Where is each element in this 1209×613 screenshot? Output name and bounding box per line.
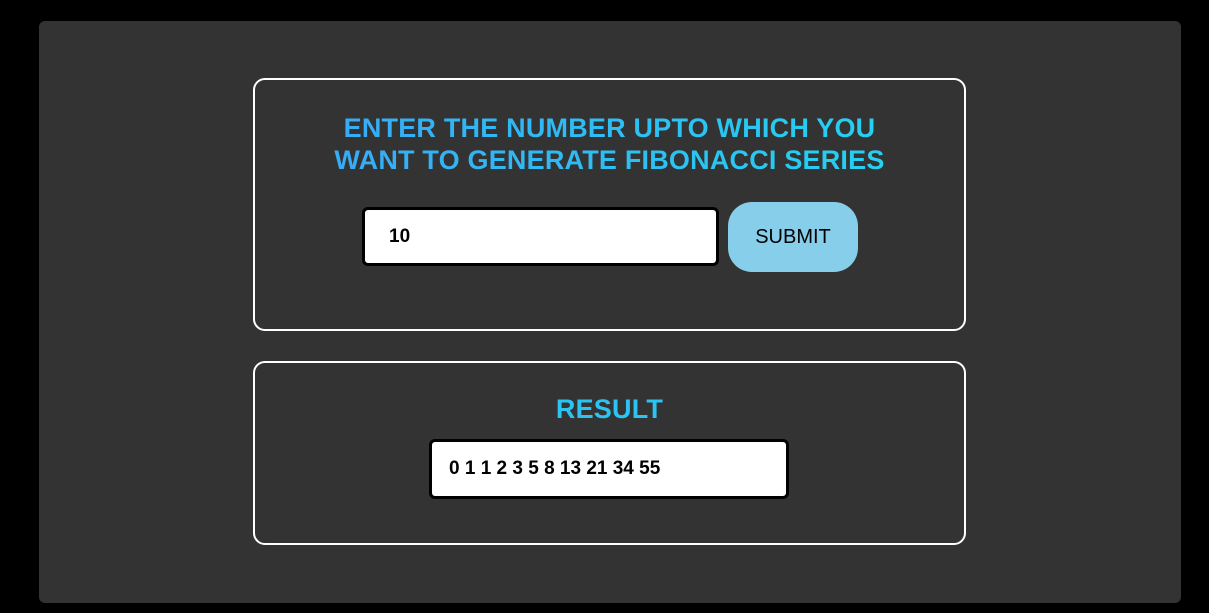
fibonacci-input-card: ENTER THE NUMBER UPTO WHICH YOU WANT TO …	[253, 78, 966, 331]
result-heading: RESULT	[555, 394, 664, 424]
input-heading: ENTER THE NUMBER UPTO WHICH YOU WANT TO …	[255, 112, 964, 176]
result-card: RESULT 0 1 1 2 3 5 8 13 21 34 55	[253, 361, 966, 545]
page-background: ENTER THE NUMBER UPTO WHICH YOU WANT TO …	[0, 0, 1209, 613]
submit-button[interactable]: SUBMIT	[728, 202, 858, 272]
number-input[interactable]	[362, 207, 719, 266]
result-output: 0 1 1 2 3 5 8 13 21 34 55	[429, 439, 789, 499]
main-panel: ENTER THE NUMBER UPTO WHICH YOU WANT TO …	[39, 21, 1181, 603]
